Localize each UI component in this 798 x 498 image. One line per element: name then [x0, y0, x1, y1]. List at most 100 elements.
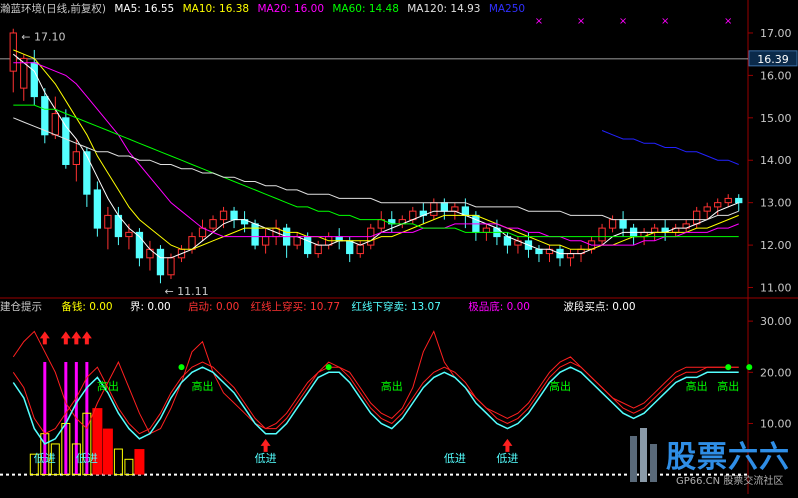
candle-body — [735, 197, 743, 204]
watermark-logo-icon — [630, 428, 657, 482]
candle-body — [650, 227, 659, 233]
indicator-boundary: 界: 0.00 — [129, 301, 171, 313]
price-tick-label: 11.00 — [760, 282, 792, 295]
candle-body — [30, 62, 38, 98]
indicator-tick-label: 30.00 — [760, 315, 792, 328]
price-tick-label: 17.00 — [760, 27, 792, 40]
signal-cross-marker: × — [535, 16, 543, 27]
low-price-annotation: ← 11.11 — [164, 285, 208, 298]
indicator-signal-label: 高出 — [549, 379, 571, 393]
main-chart-header: 瀚蓝环境(日线,前复权) MA5: 16.55 MA10: 16.38 MA20… — [0, 2, 530, 16]
candle-body — [41, 96, 49, 136]
ma60-label: MA60: 14.48 — [332, 3, 399, 15]
indicator-signal-label: 高出 — [97, 379, 119, 393]
yellow-box-bar — [113, 448, 123, 476]
candle-body — [219, 210, 228, 221]
chart-canvas[interactable]: 17.00 16.00 15.00 14.00 13.00 12.00 11.00 30.00… — [0, 0, 798, 494]
candle-body — [104, 214, 112, 229]
indicator-title: 建仓提示 — [0, 301, 42, 313]
green-signal-dot — [178, 364, 185, 371]
candle-body — [51, 113, 59, 136]
candle-body — [230, 210, 238, 221]
up-arrow-icon — [81, 331, 92, 345]
indicator-signal-label: 低进 — [76, 452, 98, 465]
candle-body — [93, 189, 102, 229]
up-arrow-icon — [502, 438, 513, 452]
candle-body — [430, 202, 438, 216]
indicator-wave-buy: 波段买点: 0.00 — [563, 301, 636, 313]
candle-body — [451, 206, 459, 212]
ma5-label: MA5: 16.55 — [114, 3, 175, 15]
candle-body — [724, 197, 732, 204]
up-arrow-icon — [260, 438, 271, 452]
candle-body — [251, 223, 259, 246]
candle-body — [167, 257, 175, 276]
watermark-main: 股票六六 — [666, 440, 790, 475]
watermark: 股票六六 GP66.CN 股票交流社区 — [626, 424, 796, 492]
indicator-signal-label: 低进 — [34, 452, 56, 465]
indicator-start: 启动: 0.00 — [188, 301, 240, 313]
ma20-label: MA20: 16.00 — [257, 3, 325, 15]
indicator-signal-label: 高出 — [381, 379, 403, 393]
price-tick-label: 16.00 — [760, 69, 792, 82]
candle-body — [209, 219, 217, 229]
candle-body — [83, 151, 91, 195]
candle-body — [156, 248, 165, 276]
ma10-label: MA10: 16.38 — [182, 3, 250, 15]
indicator-header: 建仓提示 备钱: 0.00 界: 0.00 启动: 0.00 红线上穿买: 10… — [0, 300, 641, 314]
indicator-signal-label: 高出 — [686, 379, 708, 393]
candle-body — [714, 202, 722, 208]
red-signal-bar — [102, 428, 113, 475]
candle-body — [619, 219, 627, 229]
candle-body — [72, 151, 80, 165]
yellow-box-bar — [124, 458, 134, 476]
signal-cross-marker: × — [661, 16, 669, 27]
green-signal-dot — [725, 364, 732, 371]
indicator-signal-label: 低进 — [496, 452, 518, 465]
candle-body — [356, 244, 364, 255]
candle-body — [304, 236, 312, 255]
indicator-reserve: 备钱: 0.00 — [61, 301, 113, 313]
candle-body — [440, 202, 448, 212]
candle-body — [261, 236, 270, 246]
signal-cross-marker: × — [619, 16, 627, 27]
ma-line-ma250 — [601, 130, 739, 165]
indicator-signal-label: 低进 — [255, 452, 277, 465]
indicator-red-line — [12, 361, 739, 435]
ma250-label: MA250 — [488, 3, 526, 15]
candle-body — [314, 244, 322, 255]
green-signal-dot — [746, 364, 753, 371]
green-signal-dot — [325, 364, 332, 371]
high-price-annotation: ← 17.10 — [21, 31, 65, 44]
signal-cross-marker: × — [724, 16, 732, 27]
ma-line-ma20 — [13, 62, 739, 246]
stock-title: 瀚蓝环境(日线,前复权) — [0, 3, 107, 15]
up-arrow-icon — [71, 331, 82, 345]
indicator-tick-label: 20.00 — [760, 366, 792, 379]
candle-body — [482, 227, 491, 233]
candle-body — [566, 253, 575, 259]
indicator-extreme-bottom: 极品底: 0.00 — [468, 301, 530, 313]
stock-chart-window: 17.00 16.00 15.00 14.00 13.00 12.00 11.00 30.00… — [0, 0, 798, 494]
candle-body — [125, 231, 133, 238]
red-signal-bar — [134, 449, 145, 475]
ma-line-ma60 — [13, 104, 739, 238]
candle-body — [346, 240, 354, 255]
candle-body — [335, 236, 343, 242]
up-arrow-icon — [60, 331, 71, 345]
candle-body — [598, 227, 606, 242]
price-tick-label: 14.00 — [760, 154, 792, 167]
candle-body — [703, 206, 711, 212]
current-price-value: 16.39 — [757, 53, 789, 66]
indicator-signal-label: 低进 — [444, 452, 466, 465]
price-tick-label: 13.00 — [760, 197, 792, 210]
up-arrow-icon — [39, 331, 50, 345]
indicator-signal-label: 高出 — [192, 379, 214, 393]
indicator-signal-label: 高出 — [717, 379, 739, 393]
watermark-sub: GP66.CN 股票交流社区 — [676, 476, 784, 487]
candle-body — [608, 219, 617, 229]
candle-body — [9, 32, 17, 72]
candle-body — [693, 210, 701, 225]
price-tick-label: 12.00 — [760, 239, 792, 252]
ma120-label: MA120: 14.93 — [407, 3, 481, 15]
